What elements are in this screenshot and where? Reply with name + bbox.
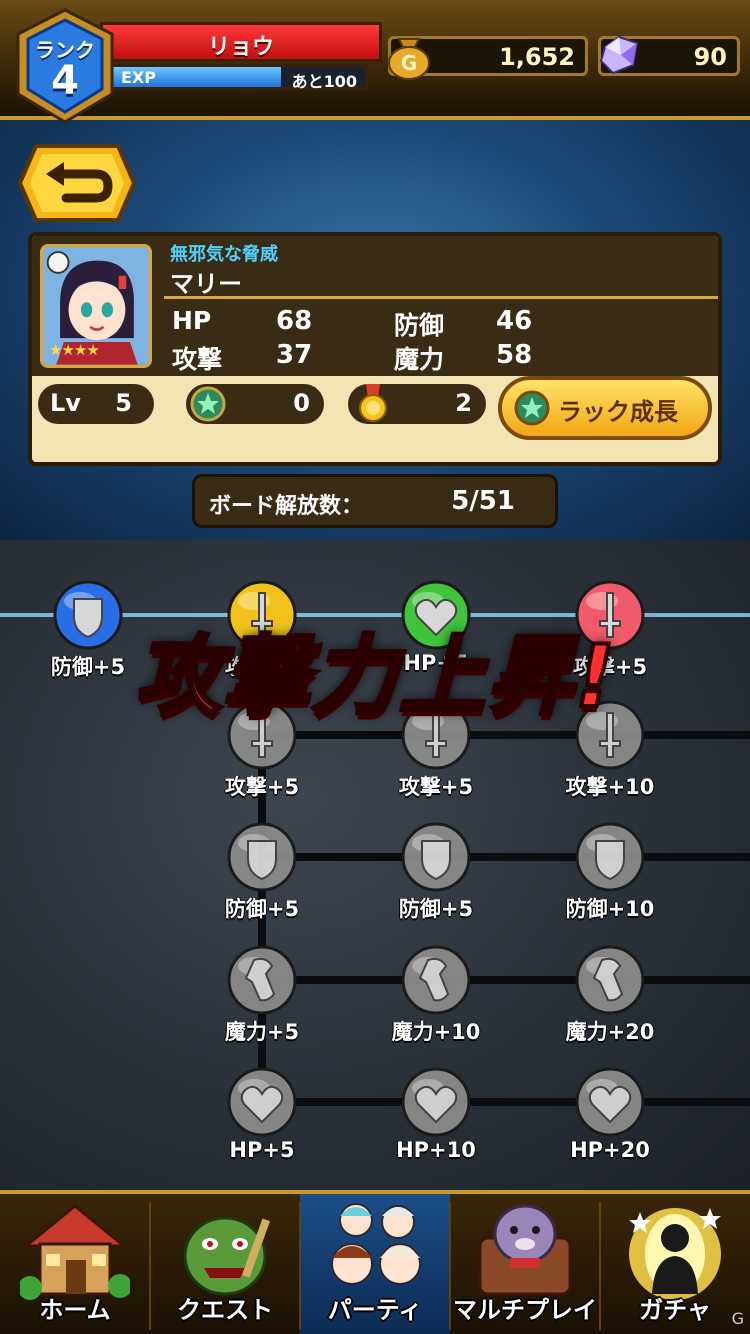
gem-counter[interactable]: 90 bbox=[598, 35, 740, 76]
gold-counter[interactable]: G 1,652 bbox=[388, 36, 588, 80]
luck-star-icon bbox=[514, 390, 550, 426]
board-node-label: 防御+10 bbox=[565, 897, 655, 921]
nav-home-label: ホーム bbox=[39, 1296, 111, 1324]
mag-value: 58 bbox=[496, 340, 533, 370]
wand-icon bbox=[227, 945, 297, 1015]
gem-amount: 90 bbox=[693, 43, 727, 71]
board-node[interactable] bbox=[574, 821, 646, 893]
nav-gacha-label: ガチャ bbox=[639, 1296, 711, 1324]
luck-star-icon bbox=[190, 386, 226, 422]
board-node[interactable] bbox=[574, 1066, 646, 1138]
luck-star-counter: 0 bbox=[186, 384, 324, 424]
luck-star-amount: 0 bbox=[293, 389, 310, 417]
nav-party-label: パーティ bbox=[327, 1296, 423, 1324]
nav-quest[interactable]: クエスト bbox=[150, 1194, 300, 1334]
exp-label: EXP bbox=[121, 68, 156, 87]
board-node-label: 魔力+20 bbox=[565, 1020, 655, 1044]
hp-value: 68 bbox=[276, 306, 313, 336]
character-info-panel: ★★★★ 無邪気な脅威 マリー HP 68 防御 46 攻撃 37 魔力 58 bbox=[32, 236, 718, 376]
board-node-label: 攻撃+5 bbox=[224, 775, 300, 799]
shield-icon bbox=[227, 822, 297, 892]
character-name: マリー bbox=[170, 270, 242, 298]
board-node[interactable] bbox=[400, 1066, 472, 1138]
luck-growth-button[interactable]: ラック成長 bbox=[498, 376, 712, 440]
wand-icon bbox=[575, 945, 645, 1015]
def-label: 防御 bbox=[394, 311, 445, 340]
exp-remaining: あと100 bbox=[291, 72, 357, 91]
board-unlock-count: ボード解放数： 5/51 bbox=[192, 474, 558, 528]
atk-label: 攻撃 bbox=[172, 345, 223, 374]
board-node-label: HP+10 bbox=[396, 1138, 476, 1162]
luck-growth-label: ラック成長 bbox=[558, 398, 678, 426]
exp-bar: EXP あと100 bbox=[100, 64, 368, 91]
character-portrait[interactable]: ★★★★ bbox=[40, 244, 152, 368]
home-house-icon bbox=[20, 1204, 130, 1300]
gold-bag-icon: G bbox=[388, 38, 430, 80]
nav-gacha[interactable]: ガチャ bbox=[600, 1194, 750, 1334]
watermark: G bbox=[731, 1309, 744, 1328]
board-node-label: 防御+5 bbox=[224, 897, 300, 921]
board-node-label: 攻撃+5 bbox=[398, 775, 474, 799]
character-title: 無邪気な脅威 bbox=[170, 244, 278, 265]
party-characters-icon bbox=[331, 1203, 421, 1285]
nav-party[interactable]: パーティ bbox=[300, 1194, 450, 1334]
character-card: ★★★★ 無邪気な脅威 マリー HP 68 防御 46 攻撃 37 魔力 58 … bbox=[28, 232, 722, 466]
level-display: Lv 5 bbox=[38, 384, 154, 424]
def-value: 46 bbox=[496, 306, 533, 336]
gacha-silhouette-icon bbox=[629, 1208, 721, 1300]
board-node-label: 魔力+10 bbox=[391, 1020, 481, 1044]
nav-quest-label: クエスト bbox=[177, 1296, 273, 1324]
rank-badge: ランク 4 bbox=[14, 8, 116, 124]
wand-icon bbox=[401, 945, 471, 1015]
board-count-label: ボード解放数： bbox=[209, 494, 364, 519]
board-node[interactable] bbox=[400, 821, 472, 893]
board-node[interactable] bbox=[226, 1066, 298, 1138]
heart-icon bbox=[575, 1067, 645, 1137]
hp-label: HP bbox=[172, 306, 212, 335]
board-node[interactable] bbox=[400, 944, 472, 1016]
medal-amount: 2 bbox=[455, 389, 472, 417]
svg-text:G: G bbox=[401, 51, 417, 75]
board-count-value: 5/51 bbox=[451, 486, 515, 516]
board-node-label: 防御+5 bbox=[398, 897, 474, 921]
board-node[interactable] bbox=[226, 944, 298, 1016]
attack-up-banner: 攻撃力上昇! bbox=[112, 596, 640, 729]
medal-icon bbox=[359, 384, 387, 422]
gold-amount: 1,652 bbox=[499, 43, 575, 71]
heart-icon bbox=[401, 1067, 471, 1137]
board-node[interactable] bbox=[574, 944, 646, 1016]
shield-icon bbox=[401, 822, 471, 892]
player-name-bar: リョウ bbox=[100, 22, 382, 62]
mag-label: 魔力 bbox=[394, 345, 445, 374]
nav-home[interactable]: ホーム bbox=[0, 1194, 150, 1334]
back-button[interactable] bbox=[16, 142, 138, 224]
nav-multiplay[interactable]: マルチプレイ bbox=[450, 1194, 600, 1334]
atk-value: 37 bbox=[276, 340, 313, 370]
board-node-label: 魔力+5 bbox=[224, 1020, 300, 1044]
bottom-navigation: ホーム クエスト パーティ マルチプレイ ガチャ G bbox=[0, 1190, 750, 1334]
gem-icon bbox=[599, 35, 639, 75]
quest-monster-icon bbox=[183, 1216, 271, 1296]
level-value: 5 bbox=[115, 389, 132, 417]
banner-text: 攻撃力上昇! bbox=[133, 625, 617, 729]
shield-icon bbox=[575, 822, 645, 892]
player-name: リョウ bbox=[207, 35, 274, 60]
multiplay-mascot-icon bbox=[478, 1204, 572, 1296]
heart-icon bbox=[227, 1067, 297, 1137]
level-label: Lv bbox=[50, 389, 81, 417]
board-node[interactable] bbox=[226, 821, 298, 893]
board-node-label: HP+5 bbox=[229, 1138, 295, 1162]
medal-counter: 2 bbox=[348, 384, 486, 424]
board-node-label: HP+20 bbox=[570, 1138, 650, 1162]
rarity-stars: ★★★★ bbox=[49, 341, 100, 359]
nav-multiplay-label: マルチプレイ bbox=[453, 1296, 597, 1324]
divider bbox=[164, 296, 718, 299]
rank-value: 4 bbox=[51, 58, 79, 104]
board-node-label: 攻撃+10 bbox=[565, 775, 655, 799]
